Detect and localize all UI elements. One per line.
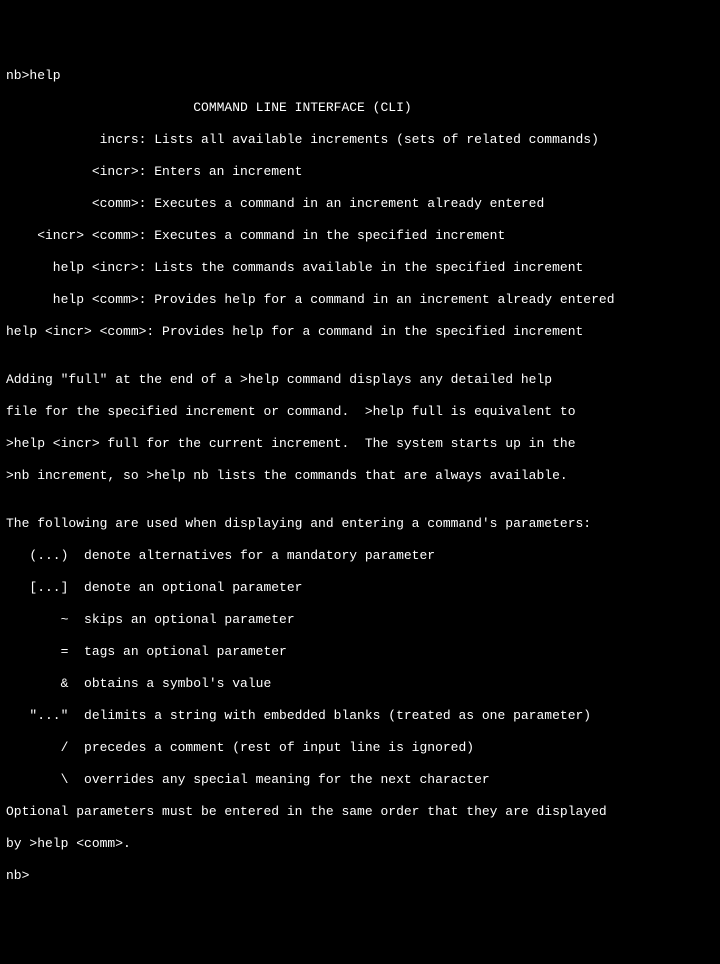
help-para: Adding "full" at the end of a >help comm… <box>6 372 714 388</box>
footer-line: Optional parameters must be entered in t… <box>6 804 714 820</box>
prompt-line[interactable]: nb>help <box>6 68 714 84</box>
param-line: & obtains a symbol's value <box>6 676 714 692</box>
cmd-line: help <comm>: Provides help for a command… <box>6 292 714 308</box>
param-line: \ overrides any special meaning for the … <box>6 772 714 788</box>
cmd-line: <incr>: Enters an increment <box>6 164 714 180</box>
param-line: (...) denote alternatives for a mandator… <box>6 548 714 564</box>
params-intro: The following are used when displaying a… <box>6 516 714 532</box>
param-line: / precedes a comment (rest of input line… <box>6 740 714 756</box>
param-line: [...] denote an optional parameter <box>6 580 714 596</box>
footer-line: by >help <comm>. <box>6 836 714 852</box>
end-prompt[interactable]: nb> <box>6 868 714 884</box>
cmd-line: help <incr> <comm>: Provides help for a … <box>6 324 714 340</box>
param-line: ~ skips an optional parameter <box>6 612 714 628</box>
cmd-line: <comm>: Executes a command in an increme… <box>6 196 714 212</box>
help-para: file for the specified increment or comm… <box>6 404 714 420</box>
cmd-line: <incr> <comm>: Executes a command in the… <box>6 228 714 244</box>
cli-title: COMMAND LINE INTERFACE (CLI) <box>6 100 714 116</box>
help-para: >help <incr> full for the current increm… <box>6 436 714 452</box>
help-para: >nb increment, so >help nb lists the com… <box>6 468 714 484</box>
param-line: = tags an optional parameter <box>6 644 714 660</box>
param-line: "..." delimits a string with embedded bl… <box>6 708 714 724</box>
cmd-line: help <incr>: Lists the commands availabl… <box>6 260 714 276</box>
cmd-line: incrs: Lists all available increments (s… <box>6 132 714 148</box>
